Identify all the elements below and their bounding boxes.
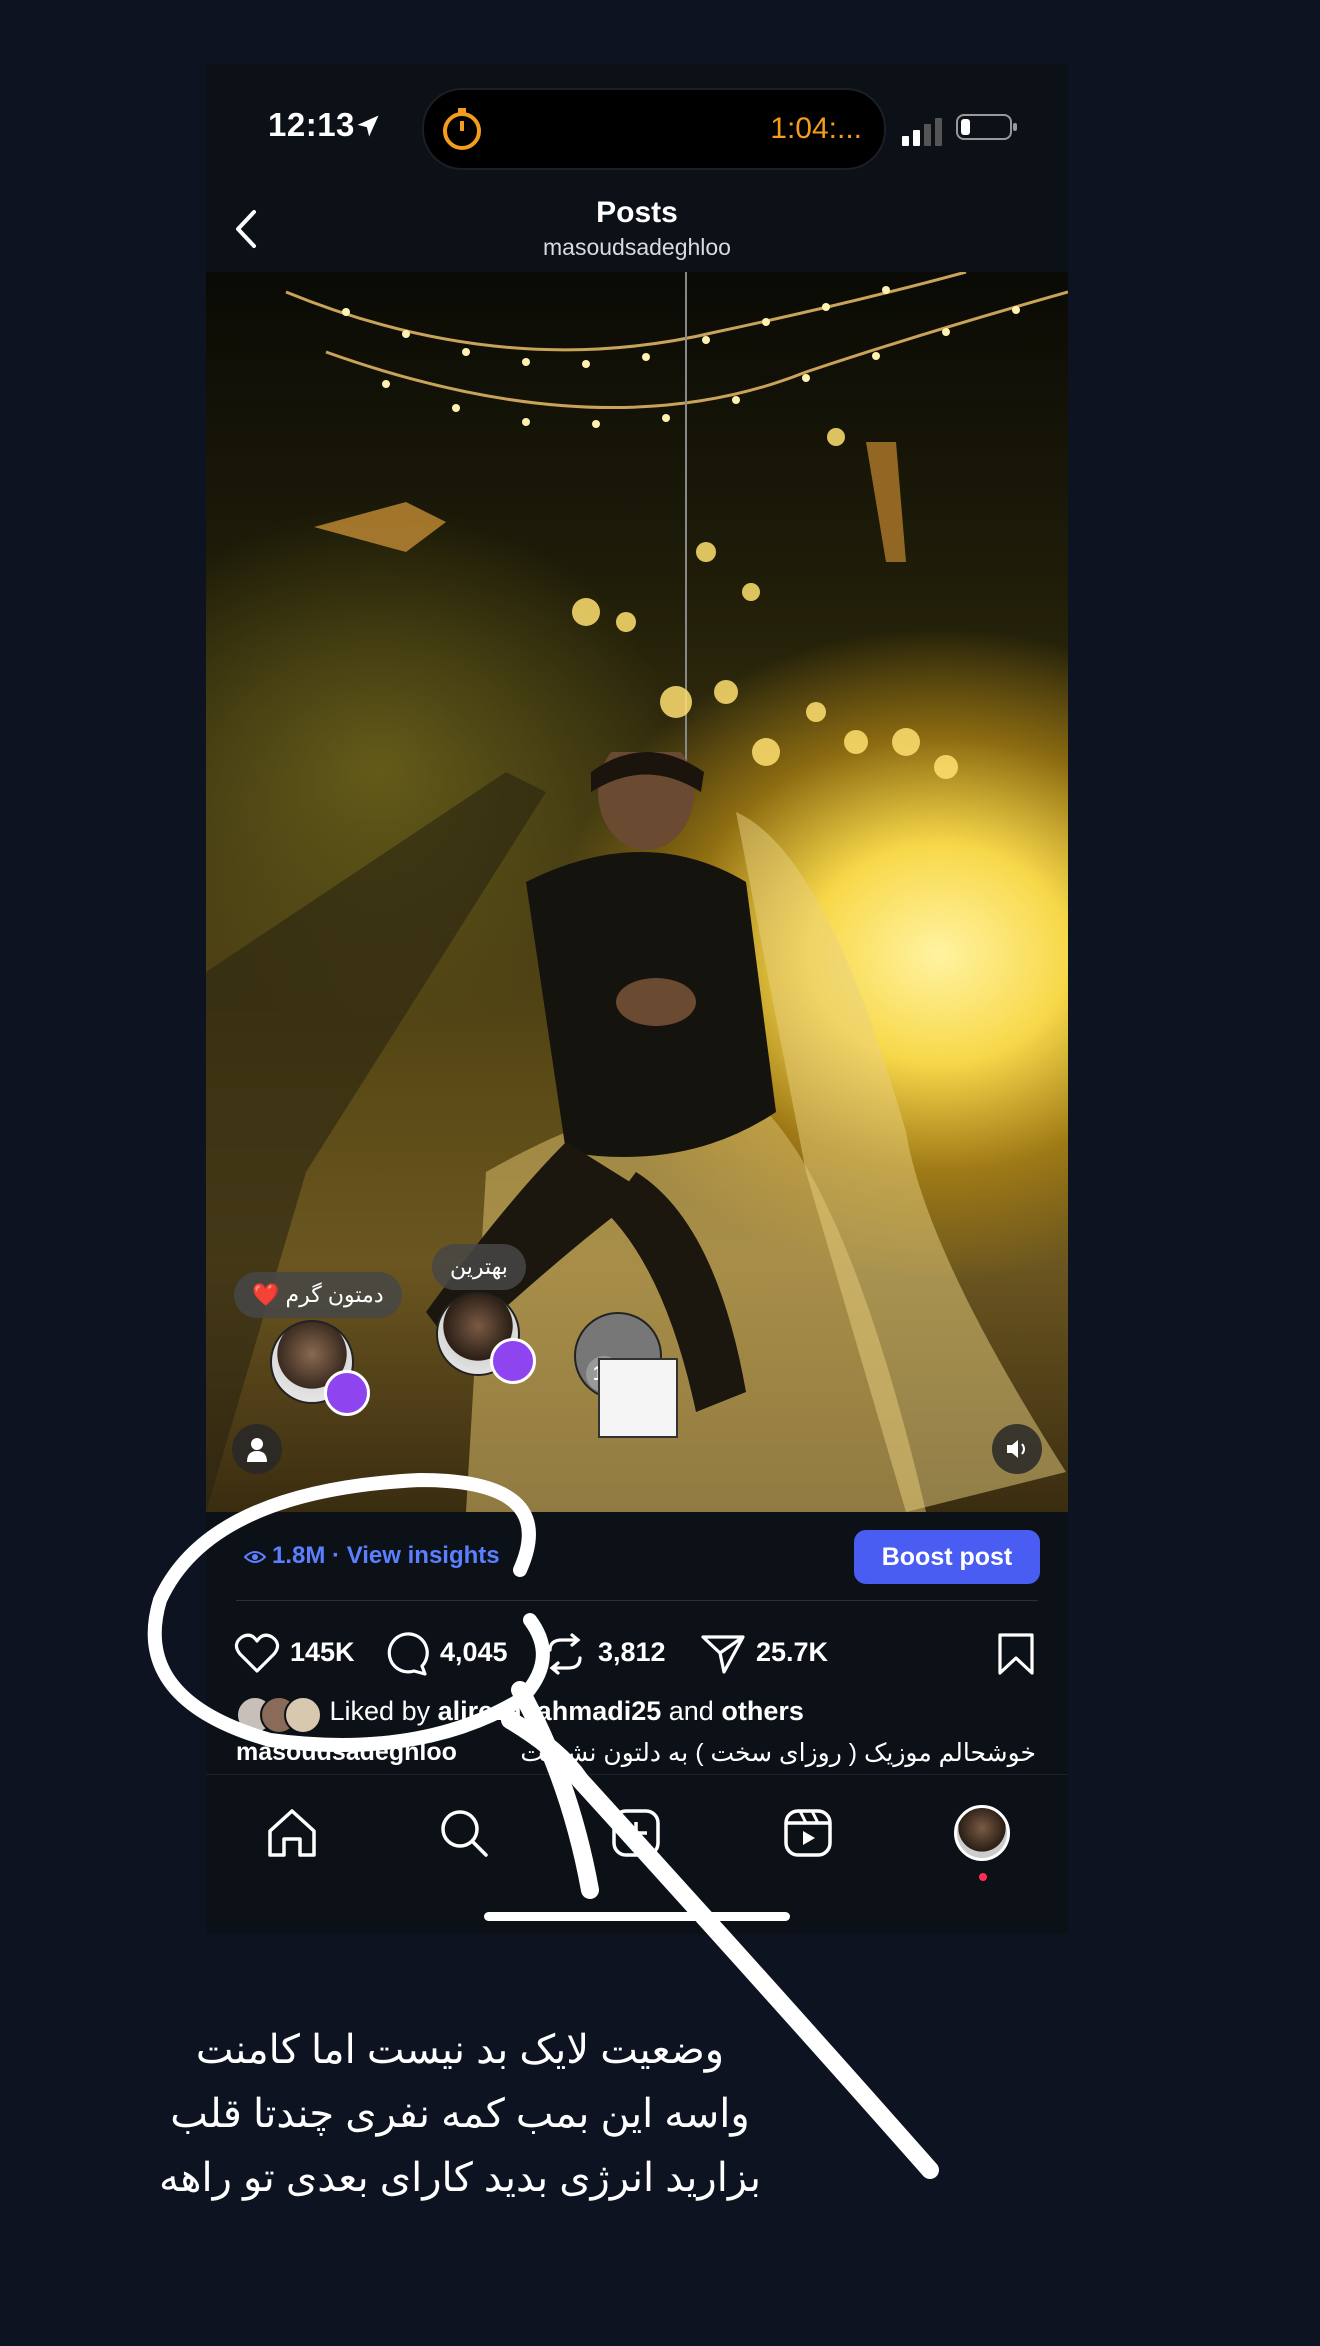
tagged-people-button[interactable]	[232, 1424, 282, 1474]
notification-dot	[979, 1873, 987, 1881]
battery-icon	[956, 114, 1017, 140]
share-count: 25.7K	[756, 1637, 829, 1667]
annotation-line: واسه این بمب کمه نفری چندتا قلب	[170, 2092, 750, 2136]
post-video[interactable]: ❤️ دمتون گرم بهترین 18	[206, 272, 1068, 1512]
liked-by-others[interactable]: others	[721, 1696, 804, 1726]
home-icon[interactable]	[264, 1805, 320, 1861]
comment-button[interactable]: 4,045	[384, 1628, 524, 1676]
boost-post-button[interactable]: Boost post	[854, 1530, 1040, 1584]
share-button[interactable]: 25.7K	[700, 1628, 850, 1676]
annotation-line: بزارید انرژی بدید کارای بعدی تو راهه	[158, 2156, 762, 2200]
insights-row: 1.8M · View insights Boost post	[206, 1512, 1068, 1600]
heart-emoji: ❤️	[252, 1282, 280, 1307]
album-cover-thumbnail[interactable]	[598, 1358, 678, 1438]
annotation-line: وضعیت لایک بد نیست اما کامنت	[195, 2028, 725, 2072]
avatar	[284, 1696, 322, 1734]
location-arrow-icon	[357, 115, 379, 137]
status-time: 12:13	[268, 106, 355, 143]
bubble-text: دمتون گرم	[285, 1282, 384, 1307]
reels-icon[interactable]	[780, 1805, 836, 1861]
cellular-signal-icon	[902, 118, 942, 146]
comment-icon	[387, 1632, 429, 1676]
person-icon	[247, 1438, 267, 1462]
bubble-text: بهترین	[450, 1254, 508, 1279]
liker-avatars	[236, 1696, 322, 1734]
eye-icon	[243, 1550, 267, 1563]
page-title: Posts	[596, 196, 678, 229]
post-caption[interactable]: masoudsadeghloo خوشحالم موزیک ( روزای سخ…	[236, 1738, 1036, 1772]
divider	[236, 1600, 1038, 1601]
liked-by-prefix: Liked by	[329, 1696, 431, 1727]
dynamic-island[interactable]: 1:04:...	[422, 88, 886, 170]
annotation-text: وضعیت لایک بد نیست اما کامنت واسه این بم…	[90, 2018, 830, 2210]
create-post-icon[interactable]	[608, 1805, 664, 1861]
bottom-navigation	[206, 1774, 1068, 1934]
liked-by-row[interactable]: Liked by alireza_ahmadi25 and others	[236, 1696, 1056, 1736]
page-subtitle-username[interactable]: masoudsadeghloo	[206, 234, 1068, 261]
reaction-bubble: ❤️ دمتون گرم	[234, 1272, 402, 1318]
repost-count: 3,812	[598, 1637, 666, 1667]
caption-text: خوشحالم موزیک ( روزای سخت ) به دلتون نشس…	[520, 1739, 1036, 1767]
status-bar: 12:13 1:04:...	[206, 64, 1068, 190]
view-insights-link[interactable]: 1.8M · View insights	[243, 1542, 500, 1570]
save-button[interactable]	[996, 1628, 1042, 1676]
reaction-bubble: بهترین	[432, 1244, 526, 1290]
posts-header: Posts masoudsadeghloo	[206, 190, 1068, 273]
send-icon	[701, 1635, 745, 1674]
heart-icon	[234, 1633, 280, 1673]
view-count: 1.8M	[272, 1542, 326, 1569]
liked-by-and: and	[668, 1696, 714, 1727]
timer-text: 1:04:...	[770, 112, 862, 145]
like-button[interactable]: 145K	[234, 1628, 364, 1676]
speaker-icon	[1007, 1440, 1025, 1458]
view-insights-label: View insights	[346, 1542, 500, 1569]
like-count: 145K	[290, 1637, 355, 1667]
liked-by-user[interactable]: alireza_ahmadi25	[438, 1696, 662, 1726]
timer-icon	[443, 108, 481, 150]
repost-button[interactable]: 3,812	[542, 1628, 682, 1676]
profile-avatar-tab[interactable]	[954, 1805, 1010, 1861]
caption-username[interactable]: masoudsadeghloo	[236, 1738, 457, 1766]
post-actions: 145K 4,045 3,812 25.7K	[206, 1604, 1068, 1700]
repost-badge-icon	[490, 1338, 536, 1384]
home-indicator[interactable]	[484, 1912, 790, 1921]
mute-toggle-button[interactable]	[992, 1424, 1042, 1474]
repost-badge-icon	[324, 1370, 370, 1416]
repost-icon	[548, 1633, 582, 1675]
search-icon[interactable]	[436, 1805, 492, 1861]
phone-screen: 12:13 1:04:... Posts masoudsadeghloo ❤️ …	[206, 64, 1068, 1934]
bookmark-icon	[998, 1633, 1034, 1675]
comment-count: 4,045	[440, 1637, 508, 1667]
